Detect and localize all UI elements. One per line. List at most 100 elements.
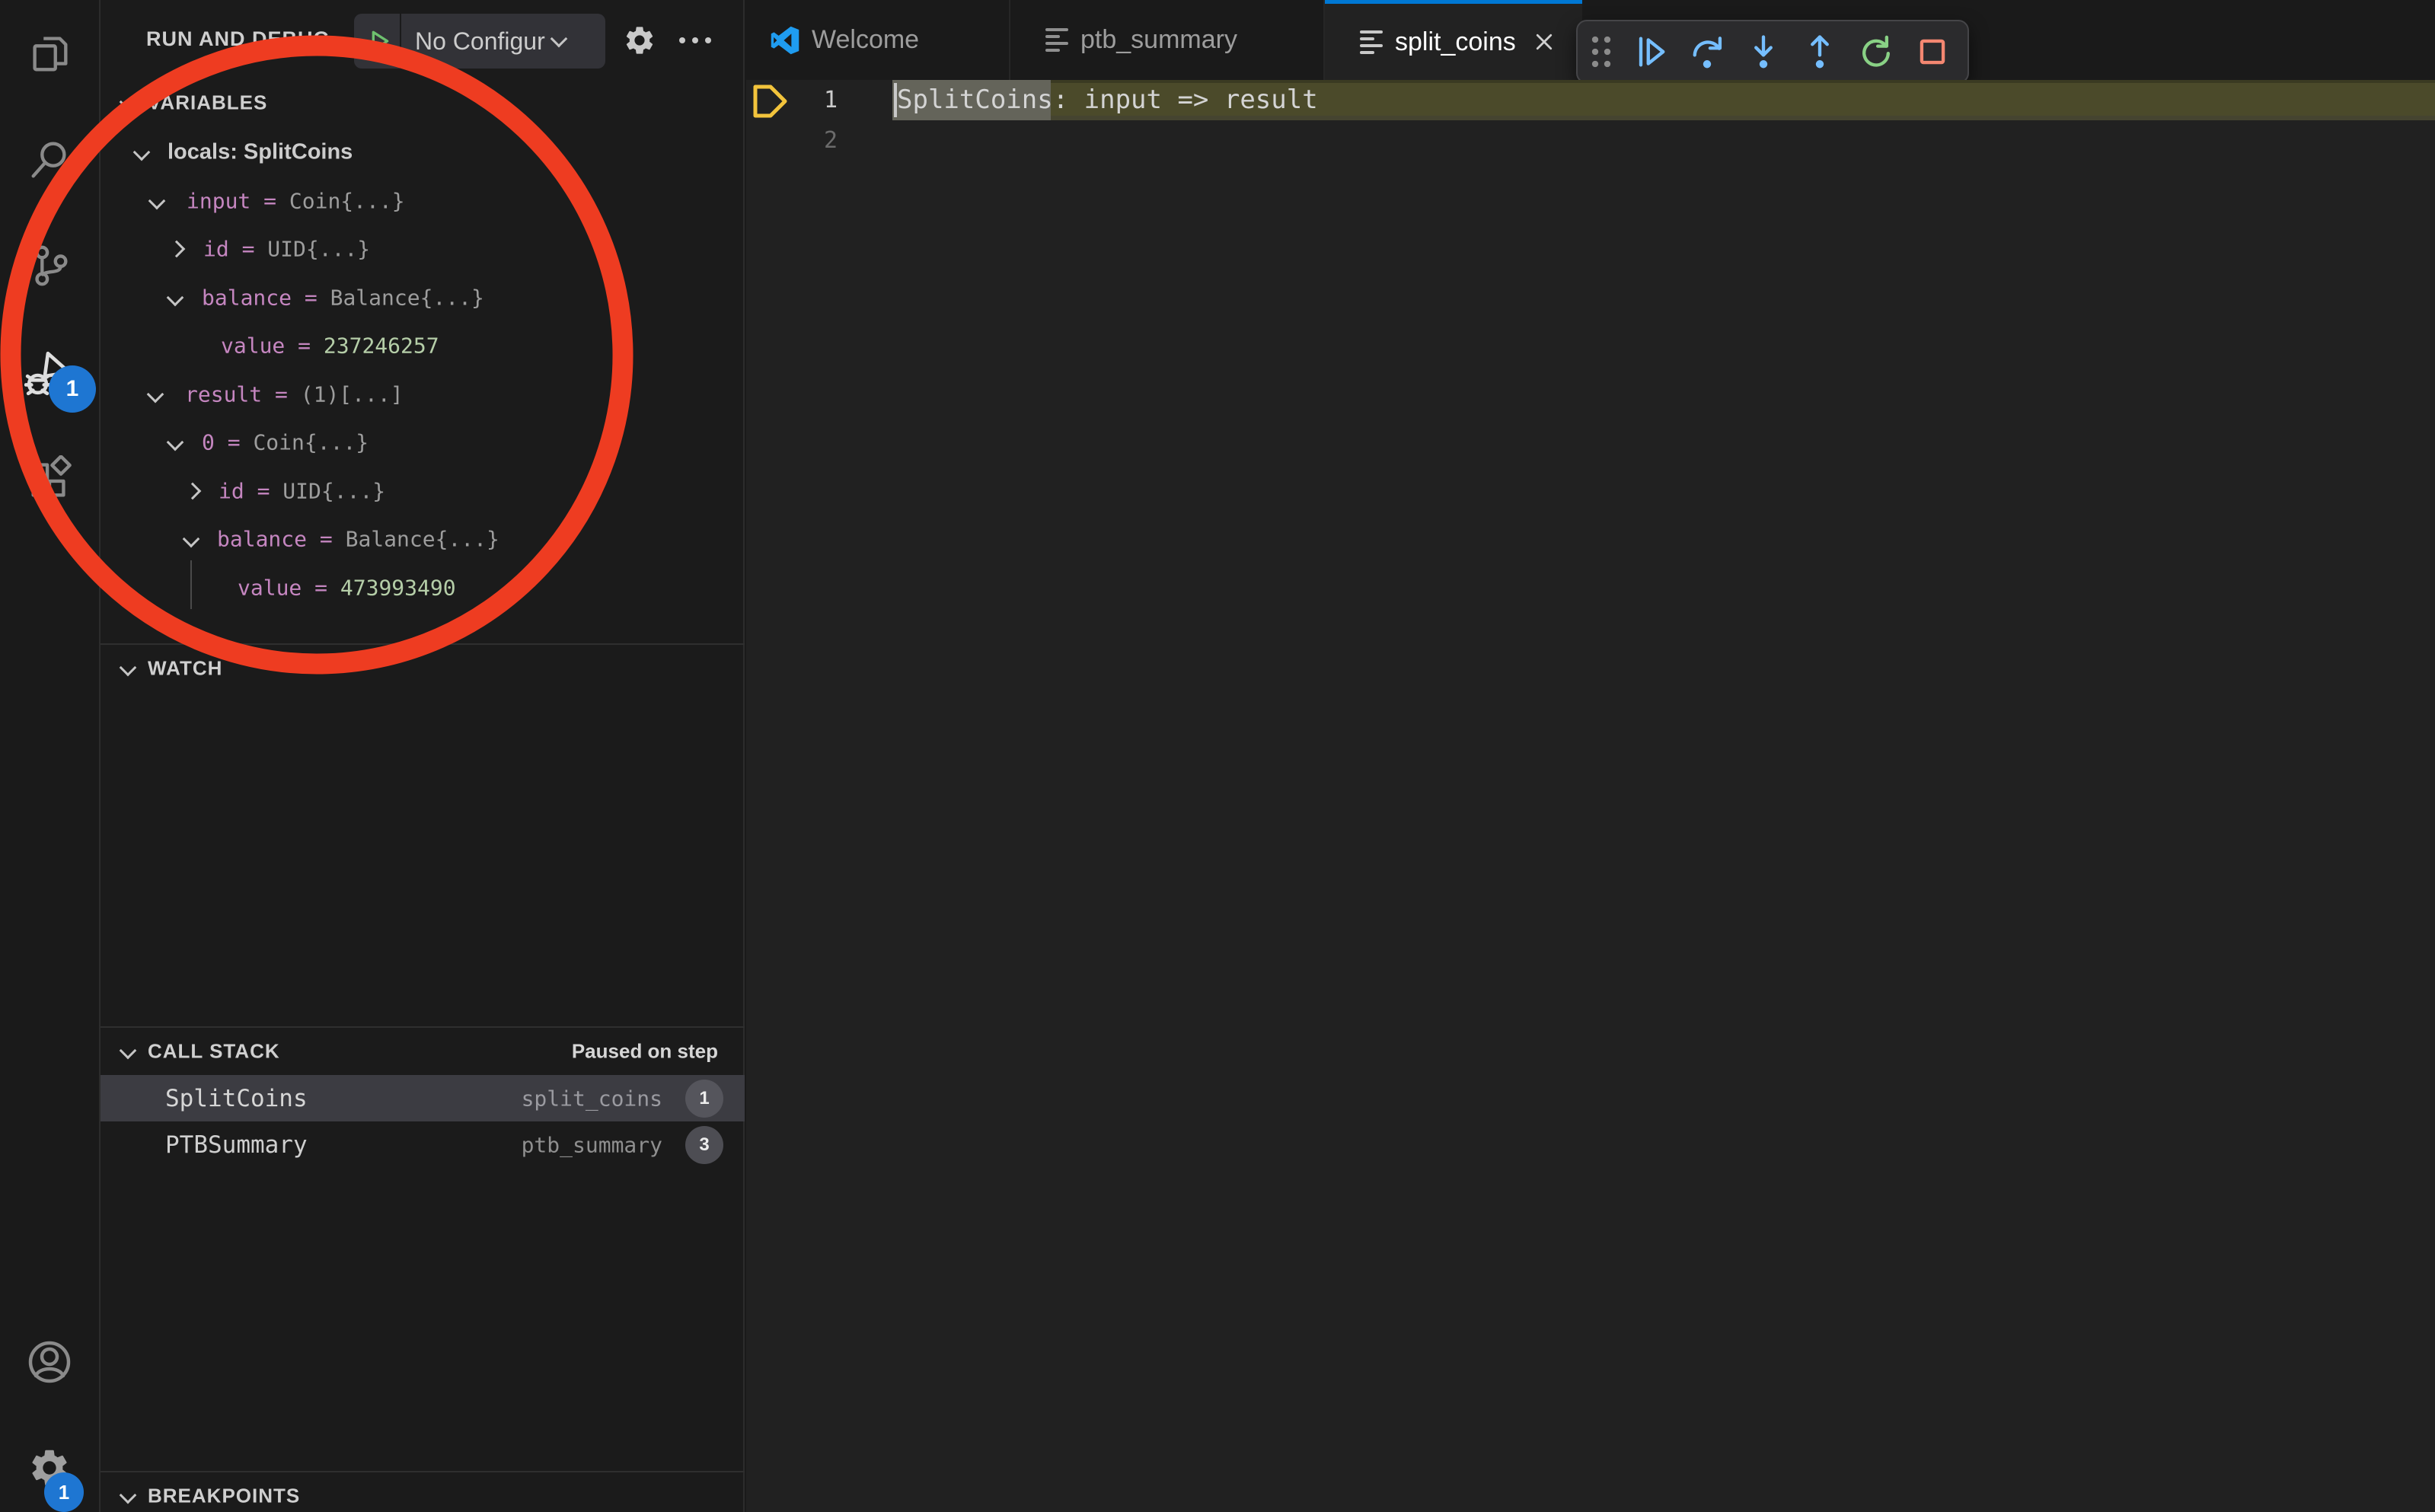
variable-row[interactable]: 0 = Coin{...} xyxy=(101,418,745,466)
chevron-right-icon[interactable] xyxy=(184,483,202,500)
step-into-button[interactable] xyxy=(1744,32,1783,72)
debug-settings-gear-icon[interactable] xyxy=(623,24,656,57)
vscode-logo-icon xyxy=(771,26,799,55)
variable-name: balance xyxy=(217,526,307,551)
chevron-down-icon[interactable] xyxy=(133,144,151,161)
frame-file: ptb_summary xyxy=(522,1132,662,1157)
call-stack-section-header[interactable]: CALL STACK Paused on step xyxy=(101,1028,745,1075)
variable-value: UID{...} xyxy=(282,478,385,503)
chevron-down-icon[interactable] xyxy=(167,289,184,307)
tab-welcome[interactable]: Welcome xyxy=(746,0,1010,80)
chevron-down-icon xyxy=(120,1487,137,1504)
scope-label: locals: SplitCoins xyxy=(168,139,353,164)
code-line[interactable]: SplitCoins: input => result xyxy=(897,80,1318,120)
equals-sign: = xyxy=(263,188,276,213)
vscode-window: 1 1 RUN AND DEBUG No Conf xyxy=(0,0,2435,1512)
variable-value: 473993490 xyxy=(340,575,456,600)
section-title: VARIABLES xyxy=(148,91,267,115)
stack-frame-row[interactable]: SplitCoins split_coins 1 xyxy=(101,1075,745,1121)
variable-name: value xyxy=(221,333,285,358)
equals-sign: = xyxy=(228,429,241,455)
file-list-icon xyxy=(1360,30,1383,54)
run-and-debug-panel: RUN AND DEBUG No Configur VARIABLES xyxy=(101,0,745,1512)
close-icon[interactable] xyxy=(1533,30,1556,53)
variable-row[interactable]: result = (1)[...] xyxy=(101,370,745,418)
section-title: WATCH xyxy=(148,657,222,681)
tab-split-coins[interactable]: split_coins xyxy=(1325,0,1582,80)
tab-label: ptb_summary xyxy=(1080,25,1237,55)
more-actions-icon[interactable] xyxy=(676,33,714,47)
continue-button[interactable] xyxy=(1631,32,1671,72)
watch-section-header[interactable]: WATCH xyxy=(101,645,745,692)
breakpoints-section-header[interactable]: BREAKPOINTS xyxy=(101,1472,745,1512)
variable-value: Balance{...} xyxy=(346,526,499,551)
step-out-button[interactable] xyxy=(1800,32,1840,72)
dropdown-divider xyxy=(400,14,401,69)
variable-name: id xyxy=(219,478,244,503)
stop-button[interactable] xyxy=(1913,32,1952,72)
frame-name: PTBSummary xyxy=(165,1131,308,1159)
stack-frame-row[interactable]: PTBSummary ptb_summary 3 xyxy=(101,1121,745,1168)
variable-name: input xyxy=(187,188,251,213)
chevron-down-icon[interactable] xyxy=(148,193,166,210)
settings-gear-icon[interactable]: 1 xyxy=(0,1422,99,1512)
debug-toolbar xyxy=(1576,20,1969,84)
source-control-icon[interactable] xyxy=(0,220,99,311)
scope-row[interactable]: locals: SplitCoins xyxy=(101,128,745,176)
variable-row[interactable]: input = Coin{...} xyxy=(101,177,745,225)
section-title: CALL STACK xyxy=(148,1040,280,1064)
equals-sign: = xyxy=(275,381,288,407)
variable-name: balance xyxy=(202,285,292,310)
chevron-down-icon xyxy=(120,659,137,677)
variable-row[interactable]: balance = Balance{...} xyxy=(101,515,745,563)
line-number[interactable]: 2 xyxy=(792,120,838,161)
equals-sign: = xyxy=(314,575,327,600)
activity-bar: 1 1 xyxy=(0,0,101,1512)
tab-ptb-summary[interactable]: ptb_summary xyxy=(1010,0,1325,80)
editor-area: Welcome ptb_summary split_coins xyxy=(746,0,2435,1512)
variable-row[interactable]: id = UID{...} xyxy=(101,225,745,273)
variable-value: (1)[...] xyxy=(301,381,404,407)
debug-config-dropdown[interactable]: No Configur xyxy=(354,14,605,69)
extensions-icon[interactable] xyxy=(0,433,99,525)
frame-line-badge: 3 xyxy=(685,1126,723,1164)
code-token-selected: SplitCoins xyxy=(897,85,1053,115)
step-over-button[interactable] xyxy=(1687,32,1727,72)
variable-value: UID{...} xyxy=(267,236,370,261)
panel-title: RUN AND DEBUG xyxy=(146,27,330,51)
tab-label: split_coins xyxy=(1395,27,1516,57)
equals-sign: = xyxy=(305,285,318,310)
equals-sign: = xyxy=(320,526,333,551)
chevron-down-icon[interactable] xyxy=(147,386,164,404)
debug-session-badge: 1 xyxy=(49,365,96,413)
variable-name: value xyxy=(238,575,302,600)
restart-button[interactable] xyxy=(1856,32,1896,72)
line-number[interactable]: 1 xyxy=(792,80,838,120)
variable-name: 0 xyxy=(202,429,215,455)
start-debug-icon[interactable] xyxy=(363,26,394,56)
variable-value: 237246257 xyxy=(324,333,439,358)
variable-value: Coin{...} xyxy=(289,188,405,213)
variables-section-header[interactable]: VARIABLES xyxy=(101,79,745,126)
search-icon[interactable] xyxy=(0,113,99,205)
current-frame-pointer-icon xyxy=(751,84,789,119)
code-editor[interactable]: 1 2 SplitCoins: input => result xyxy=(746,80,2435,1512)
variable-row[interactable]: balance = Balance{...} xyxy=(101,273,745,321)
explorer-icon[interactable] xyxy=(0,8,99,99)
chevron-down-icon xyxy=(120,1042,137,1060)
chevron-down-icon[interactable] xyxy=(167,434,184,451)
variable-row[interactable]: id = UID{...} xyxy=(101,467,745,515)
code-token-rest: : input => result xyxy=(1053,85,1318,115)
account-icon[interactable] xyxy=(0,1316,99,1408)
file-list-icon xyxy=(1045,28,1068,52)
variable-name: id xyxy=(203,236,229,261)
toolbar-drag-handle[interactable] xyxy=(1588,33,1614,70)
call-stack-status: Paused on step xyxy=(572,1040,718,1064)
config-label: No Configur xyxy=(415,27,545,56)
variable-row[interactable]: value = 237246257 xyxy=(101,321,745,369)
run-and-debug-icon[interactable]: 1 xyxy=(0,327,99,419)
chevron-right-icon[interactable] xyxy=(168,241,186,258)
chevron-down-icon[interactable] xyxy=(183,531,200,548)
variable-row[interactable]: value = 473993490 xyxy=(101,563,745,611)
frame-line-badge: 1 xyxy=(685,1080,723,1118)
